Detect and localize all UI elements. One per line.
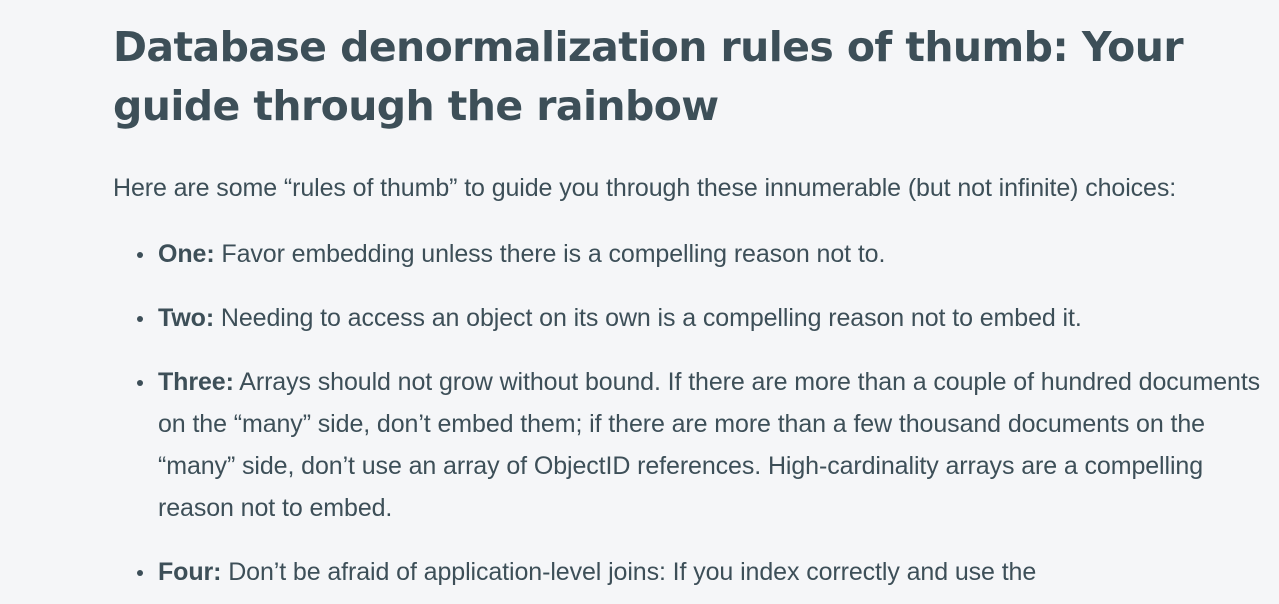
bullet-icon [137, 570, 143, 576]
list-item: Two: Needing to access an object on its … [137, 297, 1263, 339]
list-item: One: Favor embedding unless there is a c… [137, 233, 1263, 275]
rule-label: Two: [158, 304, 215, 332]
article-title: Database denormalization rules of thumb:… [113, 23, 1184, 130]
rule-text: Favor embedding unless there is a compel… [214, 240, 886, 268]
rule-label: Four: [158, 558, 222, 586]
rule-label: Three: [158, 368, 234, 396]
rule-label: One: [158, 240, 215, 268]
rule-text: Needing to access an object on its own i… [214, 304, 1082, 332]
rule-text: Arrays should not grow without bound. If… [158, 368, 1261, 522]
bullet-icon [137, 252, 143, 258]
article-intro: Here are some “rules of thumb” to guide … [113, 174, 1177, 202]
list-item: Three: Arrays should not grow without bo… [137, 361, 1263, 529]
bullet-icon [137, 316, 143, 322]
rule-text: Don’t be afraid of application-level joi… [221, 558, 1037, 586]
list-item: Four: Don’t be afraid of application-lev… [137, 551, 1263, 593]
bullet-icon [137, 380, 143, 386]
page: Database denormalization rules of thumb:… [0, 0, 1279, 604]
rules-list: One: Favor embedding unless there is a c… [113, 233, 1263, 593]
article: Database denormalization rules of thumb:… [113, 18, 1263, 604]
